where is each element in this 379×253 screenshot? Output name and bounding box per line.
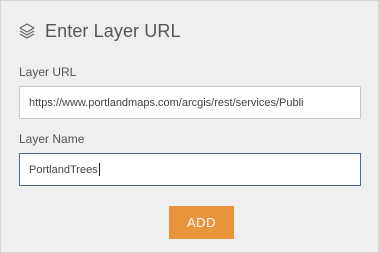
add-button[interactable]: ADD	[169, 206, 234, 239]
layer-url-label: Layer URL	[19, 65, 77, 79]
panel-header: Enter Layer URL	[18, 19, 181, 43]
layer-url-input[interactable]: https://www.portlandmaps.com/arcgis/rest…	[19, 86, 361, 119]
text-caret	[98, 163, 100, 176]
layer-name-value: PortlandTrees	[29, 163, 98, 176]
add-layer-panel: Enter Layer URL Layer URL https://www.po…	[0, 0, 379, 253]
layer-url-value: https://www.portlandmaps.com/arcgis/rest…	[29, 96, 304, 109]
layer-name-input[interactable]: PortlandTrees	[19, 153, 361, 186]
layer-name-label: Layer Name	[19, 132, 85, 146]
panel-title: Enter Layer URL	[45, 20, 181, 41]
layers-icon	[18, 22, 36, 40]
